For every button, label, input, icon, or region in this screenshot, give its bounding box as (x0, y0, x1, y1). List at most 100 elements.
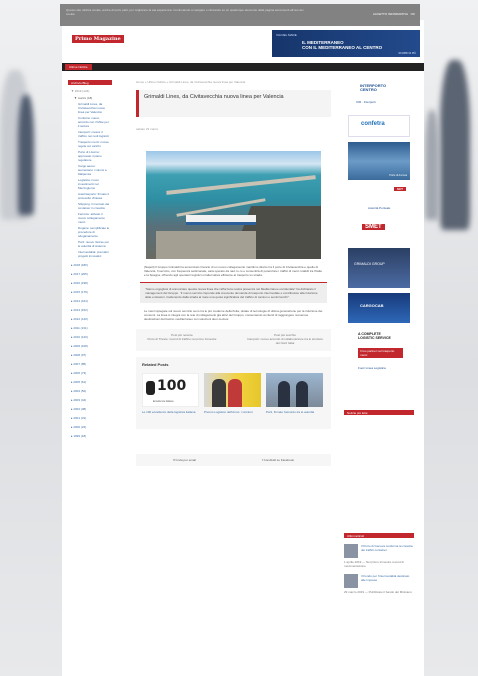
archive-year-link[interactable]: ▸ 2010 (120) (71, 335, 112, 339)
archive-post-link[interactable]: Autotrasporto: firmato il protocollo d'i… (78, 192, 110, 200)
archive-year-link[interactable]: ▸ 2006 (73) (71, 371, 112, 375)
ad-authority[interactable]: Autorità Portuale (348, 200, 410, 216)
archive-year-label: ▸ 2013 (152) (71, 308, 88, 312)
archive-year-label: ▸ 2011 (131) (71, 326, 88, 330)
archive-year-label: ▸ 2012 (140) (71, 317, 88, 321)
cookie-accept-button[interactable]: ACCETTO INFORMATIVA (373, 12, 408, 16)
ad-smet[interactable]: SMET (348, 221, 410, 243)
site-logo[interactable]: Primo Magazine (72, 35, 124, 43)
archive-year-link[interactable]: ▸ 2016 (198) (71, 281, 112, 285)
archive-year-link[interactable]: ▸ 2005 (61) (71, 380, 112, 384)
cookie-ok-button[interactable]: OK (411, 12, 415, 16)
archive-year-link[interactable]: ▸ 2003 (44) (71, 398, 112, 402)
archive-year-link[interactable]: ▸ 2001 (31) (71, 416, 112, 420)
archive-year-current[interactable]: ▼ 2019 (123) (71, 89, 112, 93)
prev-post-title: Porto di Trieste: record di traffico nel… (147, 337, 217, 341)
left-sidebar: Archivio Blog ▼ 2019 (123) ▼ marzo (18) … (68, 80, 112, 438)
banner-small-text: VIA DEL MARE (276, 33, 297, 37)
archive-year-link[interactable]: ▸ 2011 (131) (71, 326, 112, 330)
breadcrumb[interactable]: Home » Ultime Notizie » Grimaldi Lines, … (136, 80, 331, 84)
archive-post-link[interactable]: Cargo aereo: aumentano i volumi a Malpen… (78, 164, 110, 176)
related-thumb-caption: Eccellenze italiane (153, 400, 174, 403)
archive-year-link[interactable]: ▸ 2008 (97) (71, 353, 112, 357)
related-card[interactable]: Porti, firmato l'accordo tra le autorità (266, 373, 323, 414)
archive-year-link[interactable]: ▸ 2002 (38) (71, 407, 112, 411)
prev-post-link[interactable]: Post più recente Porto di Trieste: recor… (142, 333, 222, 347)
related-card[interactable]: Premio Logistico dell'Anno: i vincitori (204, 373, 261, 414)
banner-cta: SCOPRI DI PIÙ (398, 52, 416, 55)
share-facebook-button[interactable]: f Condividi su Facebook (262, 458, 294, 462)
news-item[interactable]: Il Fondo per l'intermodalità destinato a… (344, 574, 419, 588)
thumb-person (212, 379, 226, 407)
share-email-button[interactable]: ✉ Invia per email (173, 458, 196, 462)
ad-confetra-logo: confetra (361, 121, 385, 127)
ad-interporto[interactable]: INTERPORTO CENTRO UIR · Interporti (348, 80, 410, 110)
nav-latest-news[interactable]: Ultime Notizie (65, 64, 92, 70)
ad-port-label: Porto di Ancona (389, 174, 407, 177)
cookie-text: Questo sito utilizza cookie, anche di te… (66, 8, 304, 16)
archive-year-link[interactable]: ▸ 2015 (176) (71, 290, 112, 294)
archive-year-link[interactable]: ▸ 2018 (186) (71, 263, 112, 267)
post-title-box: Grimaldi Lines, da Civitavecchia nuova l… (136, 90, 331, 117)
archive-post-link[interactable]: Confetra: nuovo accordo con il Mise per … (78, 116, 110, 128)
ad-cargo[interactable]: CARGOCAB (348, 293, 410, 323)
ad-confetra[interactable]: confetra (348, 115, 410, 137)
related-card[interactable]: 100 Eccellenze italiane Le 100 eccellenz… (142, 373, 199, 414)
related-thumbnail (204, 373, 261, 407)
news-thumbnail (344, 574, 358, 588)
archive-post-link[interactable]: Dogane: semplificate le procedure di sdo… (78, 226, 110, 238)
ad-cargo-logo: CARGOCAB (360, 303, 384, 308)
ad-grimaldi[interactable]: GRIMALDI GROUP (348, 248, 410, 288)
archive-year-link[interactable]: ▸ 2009 (108) (71, 344, 112, 348)
related-title: Porti, firmato l'accordo tra le autorità (266, 410, 315, 414)
archive-post-link[interactable]: Porti: nuove risorse per le autorità di … (78, 240, 110, 248)
archive-year-label: ▸ 2010 (120) (71, 335, 88, 339)
post-date: sabato 23 marzo (136, 127, 159, 131)
archive-year-link[interactable]: ▸ 1999 (18) (71, 434, 112, 438)
archive-post-link[interactable]: Shipping: il mercato dei container in cr… (78, 202, 110, 210)
news-title: Il Porto di Genova conferma la crescita … (361, 544, 413, 552)
ad-logistic-tag: Il tuo partner nel trasporto merci (358, 348, 403, 358)
ad-logistic-brand: Fuori Linea Logistica (358, 366, 386, 370)
archive-post-link[interactable]: Ferrovie: attivato il nuovo collegamento… (78, 212, 110, 224)
popular-news-heading: Notizie più lette (344, 410, 414, 415)
archive-year-link[interactable]: ▸ 2004 (52) (71, 389, 112, 393)
ad-port[interactable]: Porto di Ancona (348, 142, 410, 180)
header-banner-ad[interactable]: VIA DEL MARE IL MEDITERRANEO CON IL MEDI… (272, 30, 420, 57)
related-heading: Related Posts (142, 362, 169, 367)
archive-post-link[interactable]: Trasporto merci: nuove regole sui carich… (78, 140, 110, 148)
archive-month-current[interactable]: ▼ marzo (18) (74, 96, 112, 100)
news-excerpt: 29 marzo 2019 — Pubblicato il bando del … (344, 590, 412, 594)
ad-logistic[interactable]: A COMPLETE LOGISTIC SERVICE Il tuo partn… (348, 328, 410, 378)
banner-headline: IL MEDITERRANEO CON IL MEDITERRANEO AL C… (302, 40, 383, 50)
photo-ship (186, 215, 256, 225)
archive-post-link[interactable]: Porto di Livorno: approvato il piano reg… (78, 150, 110, 162)
archive-year-link[interactable]: ▸ 2007 (85) (71, 362, 112, 366)
ad-sct[interactable]: SCT (348, 185, 410, 195)
archive-post-link[interactable]: Grimaldi Lines, da Civitavecchia nuova l… (78, 102, 110, 114)
background-figure (440, 60, 470, 230)
archive-year-label: ▸ 2008 (97) (71, 353, 87, 357)
ad-grimaldi-logo: GRIMALDI GROUP (354, 262, 385, 266)
archive-year-link[interactable]: ▸ 2012 (140) (71, 317, 112, 321)
archive-year-link[interactable]: ▸ 2000 (24) (71, 425, 112, 429)
next-post-link[interactable]: Post più vecchio Interporti: nuovo accor… (245, 333, 325, 347)
related-thumb-badge: 100 (157, 378, 187, 394)
archive-post-link[interactable]: Intermodalità: premiati i progetti innov… (78, 250, 110, 258)
archive-year-link[interactable]: ▸ 2017 (205) (71, 272, 112, 276)
archive-year-link[interactable]: ▸ 2014 (164) (71, 299, 112, 303)
post-paragraph: Le navi impiegate sul nuovo servizio son… (144, 309, 323, 321)
post-title: Grimaldi Lines, da Civitavecchia nuova l… (144, 94, 284, 100)
ad-interporto-title: INTERPORTO CENTRO (360, 83, 387, 92)
archive-year-label: ▸ 2016 (198) (71, 281, 88, 285)
archive-post-link[interactable]: Interporti: cresce il traffico nei nodi … (78, 130, 110, 138)
archive-year-label: ▸ 2017 (205) (71, 272, 88, 276)
archive-year-label: ▸ 2004 (52) (71, 389, 87, 393)
archive-year-link[interactable]: ▸ 2013 (152) (71, 308, 112, 312)
page-wrapper: Primo Magazine VIA DEL MARE IL MEDITERRA… (62, 20, 424, 676)
archive-post-link[interactable]: Logistica: nuovi investimenti nel Mezzog… (78, 178, 110, 190)
post-photo-port (146, 151, 321, 259)
post-pager: Post più recente Porto di Trieste: recor… (136, 329, 331, 351)
archive-year-label: ▸ 2003 (44) (71, 398, 87, 402)
news-item[interactable]: Il Porto di Genova conferma la crescita … (344, 544, 419, 558)
